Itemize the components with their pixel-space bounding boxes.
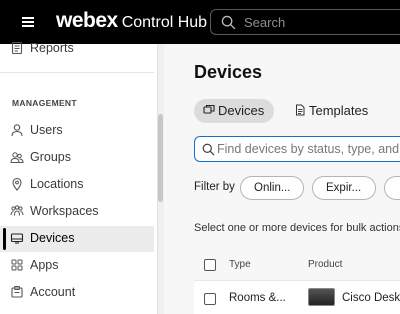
workspaces-icon	[10, 205, 24, 216]
sidebar: Reports MANAGEMENT Users Groups Location…	[0, 41, 158, 314]
sidebar-item-label: Locations	[30, 177, 84, 191]
filter-label: Filter by	[194, 181, 235, 193]
section-label-management: MANAGEMENT	[12, 98, 77, 108]
filter-chip-online[interactable]: Onlin...	[240, 176, 304, 200]
sidebar-item-label: Groups	[30, 150, 71, 164]
sidebar-item-label: Devices	[30, 231, 75, 245]
sidebar-item-label: Users	[30, 123, 63, 137]
apps-icon	[11, 259, 23, 271]
search-icon	[202, 143, 215, 156]
brand[interactable]: webex Control Hub	[56, 9, 207, 33]
sidebar-item-users[interactable]: Users	[0, 118, 154, 144]
reports-icon	[11, 41, 23, 55]
sidebar-item-label: Account	[30, 285, 76, 299]
device-search-input[interactable]: Find devices by status, type, and	[194, 136, 400, 162]
sidebar-item-label: Apps	[30, 258, 59, 272]
sidebar-item-reports[interactable]: Reports	[0, 36, 154, 62]
sidebar-item-groups[interactable]: Groups	[0, 145, 154, 171]
find-placeholder: Find devices by status, type, and	[217, 142, 400, 156]
user-icon	[11, 124, 23, 137]
column-header-type[interactable]: Type	[229, 259, 251, 270]
chip-label: Expir...	[326, 182, 362, 194]
main-content: Devices Devices Templates Find devices b…	[164, 44, 400, 314]
row-checkbox[interactable]	[204, 293, 216, 305]
sidebar-item-label: Workspaces	[30, 204, 99, 218]
chip-label: Onlin...	[254, 182, 291, 194]
sidebar-item-label: Reports	[30, 41, 74, 55]
device-thumbnail	[308, 288, 335, 306]
search-icon	[221, 15, 236, 30]
tab-label: Templates	[309, 103, 369, 118]
sidebar-item-apps[interactable]: Apps	[0, 253, 154, 279]
webex-logo: webex	[56, 9, 118, 32]
sidebar-divider	[0, 72, 154, 73]
account-icon	[11, 286, 23, 298]
filter-chip-expiring[interactable]: Expir...	[312, 176, 376, 200]
cell-type: Rooms &...	[229, 292, 286, 304]
product-name: Control Hub	[121, 14, 208, 31]
sidebar-item-workspaces[interactable]: Workspaces	[0, 199, 154, 225]
table-header-row: Type Product	[194, 252, 400, 278]
filter-chip-more[interactable]	[384, 176, 400, 200]
global-search-input[interactable]: Search	[210, 9, 400, 35]
search-placeholder: Search	[244, 15, 286, 30]
devices-tab-icon	[203, 104, 215, 114]
sidebar-item-devices[interactable]: Devices	[0, 226, 154, 252]
table-row[interactable]: Rooms &... Cisco Desk	[194, 280, 400, 314]
column-header-product[interactable]: Product	[308, 259, 342, 270]
devices-table: Type Product Rooms &... Cisco Desk	[194, 252, 400, 314]
cell-product: Cisco Desk	[342, 292, 400, 304]
document-icon	[296, 104, 305, 116]
sidebar-scrollbar[interactable]	[158, 114, 163, 202]
tab-templates[interactable]: Templates	[285, 99, 381, 123]
device-icon	[10, 233, 24, 244]
select-all-checkbox[interactable]	[204, 259, 216, 271]
sidebar-item-account[interactable]: Account	[0, 280, 154, 306]
location-pin-icon	[12, 177, 22, 191]
tab-devices[interactable]: Devices	[194, 99, 274, 123]
groups-icon	[10, 152, 24, 163]
bulk-action-hint: Select one or more devices for bulk acti…	[194, 222, 400, 234]
menu-icon[interactable]	[22, 15, 36, 29]
sidebar-item-locations[interactable]: Locations	[0, 172, 154, 198]
page-title: Devices	[194, 62, 263, 82]
tab-label: Devices	[218, 103, 265, 118]
